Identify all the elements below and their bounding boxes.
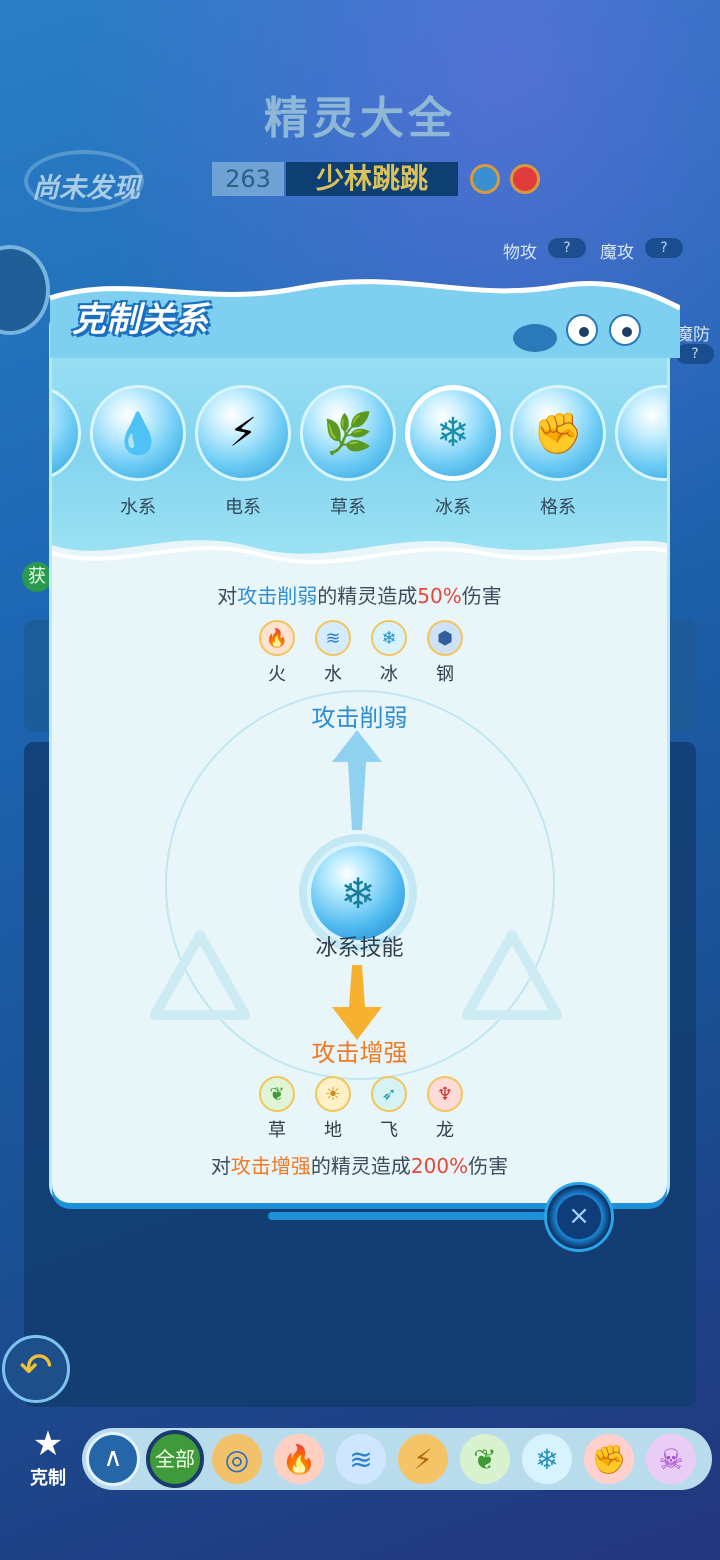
strong-prefix: 对 xyxy=(210,1154,231,1178)
weak-middle: 的精灵造成 xyxy=(317,584,418,608)
steel-icon: ⬢ xyxy=(427,620,463,656)
arrow-up-icon xyxy=(332,730,382,830)
stat-magic-attack: 魔攻 xyxy=(600,243,634,263)
type-selector: 💧 水系 ⚡ 电系 🌿 草系 ❄ 冰系 ✊ 格系 xyxy=(52,385,667,525)
type-orb xyxy=(615,385,667,481)
strong-suffix: 伤害 xyxy=(468,1154,509,1178)
type-item-electric[interactable]: ⚡ 电系 xyxy=(195,385,291,519)
leaf-icon: ❦ xyxy=(259,1076,295,1112)
pet-number: 263 xyxy=(212,162,284,196)
filter-poison-icon[interactable]: ☠ xyxy=(646,1434,696,1484)
weak-suffix: 伤害 xyxy=(461,584,502,608)
dragon-icon: ♆ xyxy=(427,1076,463,1112)
type-label: 电系 xyxy=(225,497,261,518)
weak-type-steel[interactable]: ⬢ 钢 xyxy=(426,620,464,686)
weak-type-water[interactable]: ≋ 水 xyxy=(314,620,352,686)
strong-highlight: 攻击增强 xyxy=(230,1154,311,1178)
type-item-fighting[interactable]: ✊ 格系 xyxy=(510,385,606,519)
strong-type-grass[interactable]: ❦ 草 xyxy=(258,1076,296,1142)
type-name: 火 xyxy=(268,664,286,685)
stat-magic-defense: 魔防 xyxy=(676,325,710,345)
water-icon: ≋ xyxy=(315,620,351,656)
stat-magic-defense-value: ? xyxy=(676,344,714,364)
snowflake-icon: ❄ xyxy=(405,385,501,481)
filter-fighting-icon[interactable]: ✊ xyxy=(584,1434,634,1484)
strong-label: 攻击增强 xyxy=(311,1039,408,1067)
water-type-icon xyxy=(470,164,500,194)
type-item-water[interactable]: 💧 水系 xyxy=(90,385,186,519)
type-label: 冰系 xyxy=(435,497,471,518)
wing-icon: ➶ xyxy=(371,1076,407,1112)
type-label: 草系 xyxy=(330,497,366,518)
page-title: 精灵大全 xyxy=(264,93,456,144)
type-name: 水 xyxy=(324,664,342,685)
filter-electric-icon[interactable]: ⚡ xyxy=(398,1434,448,1484)
weak-type-ice[interactable]: ❄ 冰 xyxy=(370,620,408,686)
type-label: 格系 xyxy=(540,497,576,518)
filter-normal-icon[interactable]: ◎ xyxy=(212,1434,262,1484)
close-rail xyxy=(268,1212,548,1220)
filter-water-icon[interactable]: ≋ xyxy=(336,1434,386,1484)
type-name: 冰 xyxy=(380,664,398,685)
center-label: 冰系技能 xyxy=(315,936,404,961)
collapse-button[interactable]: ∧ xyxy=(86,1432,140,1486)
weak-label: 攻击削弱 xyxy=(311,704,408,732)
stat-physical-attack-value: ? xyxy=(548,238,586,258)
type-name: 飞 xyxy=(380,1120,398,1141)
back-button[interactable]: ↶ xyxy=(2,1335,70,1403)
filter-fire-icon[interactable]: 🔥 xyxy=(274,1434,324,1484)
obtain-tag: 获 xyxy=(22,562,52,592)
water-drop-icon: 💧 xyxy=(90,385,186,481)
type-item-partial-left[interactable] xyxy=(52,385,81,481)
type-name: 草 xyxy=(268,1120,286,1141)
type-label: 水系 xyxy=(120,497,156,518)
strong-middle: 的精灵造成 xyxy=(310,1154,411,1178)
mascot-eyes-icon xyxy=(513,314,641,352)
wave-divider xyxy=(52,540,667,585)
snowflake-icon: ❄ xyxy=(371,620,407,656)
strong-type-icons: ❦ 草 ☀ 地 ➶ 飞 ♆ 龙 xyxy=(258,1076,464,1142)
fire-icon: 🔥 xyxy=(259,620,295,656)
weak-value: 50% xyxy=(417,584,462,608)
strong-type-dragon[interactable]: ♆ 龙 xyxy=(426,1076,464,1142)
modal-title: 克制关系 xyxy=(72,300,208,340)
type-item-ice[interactable]: ❄ 冰系 xyxy=(405,385,501,519)
fist-icon: ✊ xyxy=(510,385,606,481)
stat-magic-attack-value: ? xyxy=(645,238,683,258)
weak-description: 对攻击削弱的精灵造成50%伤害 xyxy=(52,580,667,609)
weak-highlight: 攻击削弱 xyxy=(237,584,318,608)
type-orb xyxy=(52,385,81,481)
ice-skill-orb: ❄ xyxy=(307,842,409,944)
undiscovered-label: 尚未发现 xyxy=(32,173,140,204)
close-button[interactable]: × xyxy=(544,1182,614,1252)
filter-all-button[interactable]: 全部 xyxy=(146,1430,204,1488)
type-name: 地 xyxy=(324,1120,342,1141)
undiscovered-badge: 尚未发现 xyxy=(24,150,144,212)
counter-label: 克制 xyxy=(30,1468,66,1489)
stat-physical-attack: 物攻 xyxy=(503,243,537,263)
arrow-down-icon xyxy=(332,965,382,1040)
fist-type-icon xyxy=(510,164,540,194)
type-name: 龙 xyxy=(436,1120,454,1141)
counter-button[interactable]: ★ 克制 xyxy=(18,1424,78,1494)
strong-type-flying[interactable]: ➶ 飞 xyxy=(370,1076,408,1142)
lightning-icon: ⚡ xyxy=(195,385,291,481)
strong-description: 对攻击增强的精灵造成200%伤害 xyxy=(52,1150,667,1179)
ground-icon: ☀ xyxy=(315,1076,351,1112)
strong-type-ground[interactable]: ☀ 地 xyxy=(314,1076,352,1142)
weak-type-icons: 🔥 火 ≋ 水 ❄ 冰 ⬢ 钢 xyxy=(258,620,464,686)
grass-icon: 🌿 xyxy=(300,385,396,481)
strong-value: 200% xyxy=(410,1154,469,1178)
star-icon: ★ xyxy=(32,1424,64,1464)
filter-ice-icon[interactable]: ❄ xyxy=(522,1434,572,1484)
filter-grass-icon[interactable]: ❦ xyxy=(460,1434,510,1484)
pet-name: 少林跳跳 xyxy=(286,162,458,196)
weak-prefix: 对 xyxy=(217,584,238,608)
type-name: 钢 xyxy=(436,664,454,685)
back-arrow-icon: ↶ xyxy=(19,1345,53,1391)
weak-type-fire[interactable]: 🔥 火 xyxy=(258,620,296,686)
type-item-partial-right[interactable] xyxy=(615,385,667,481)
type-item-grass[interactable]: 🌿 草系 xyxy=(300,385,396,519)
